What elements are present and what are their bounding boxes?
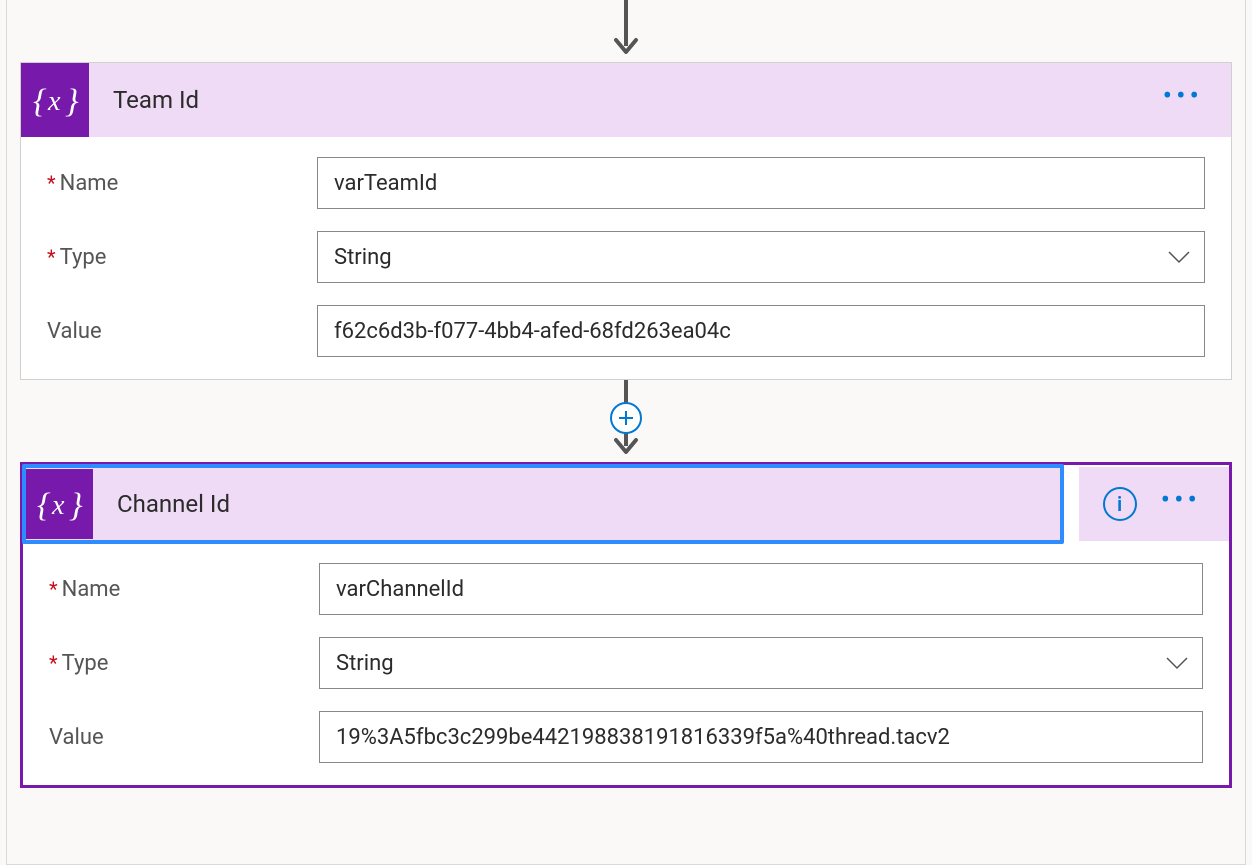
variable-icon: { x } <box>35 484 83 524</box>
card-body: * Name * Type String <box>21 137 1231 379</box>
info-icon[interactable]: i <box>1103 487 1137 521</box>
arrow-down-icon <box>612 0 640 62</box>
required-marker: * <box>49 651 58 675</box>
field-label-value: Value <box>49 725 319 750</box>
field-label-name: * Name <box>49 577 319 602</box>
connector-arrow-top <box>0 0 1252 62</box>
field-label-type: * Type <box>49 651 319 676</box>
svg-text:x: x <box>47 86 61 117</box>
svg-text:x: x <box>51 490 65 521</box>
card-title: Channel Id <box>93 490 1061 518</box>
field-label-value: Value <box>47 319 317 344</box>
more-icon[interactable]: ••• <box>1161 486 1201 522</box>
type-select[interactable]: String <box>317 231 1205 283</box>
name-input[interactable] <box>319 563 1203 615</box>
card-title: Team Id <box>89 86 1163 114</box>
svg-text:}: } <box>65 83 79 120</box>
required-marker: * <box>47 171 56 195</box>
variable-icon-tile: { x } <box>21 63 89 137</box>
add-step-button[interactable] <box>610 402 642 434</box>
connector-arrow-middle <box>0 380 1252 462</box>
card-header[interactable]: { x } Channel Id <box>25 467 1061 541</box>
card-header[interactable]: { x } Team Id ••• <box>21 63 1231 137</box>
value-input[interactable] <box>319 711 1203 763</box>
variable-icon: { x } <box>31 80 79 120</box>
card-body: * Name * Type String <box>23 543 1229 785</box>
required-marker: * <box>49 577 58 601</box>
header-right-actions: i ••• <box>1079 467 1229 541</box>
svg-text:{: { <box>37 487 51 524</box>
required-marker: * <box>47 245 56 269</box>
svg-text:}: } <box>69 487 83 524</box>
action-card-team-id: { x } Team Id ••• * Name <box>20 62 1232 380</box>
field-label-type: * Type <box>47 245 317 270</box>
action-card-channel-id: { x } Channel Id i ••• * Name <box>20 462 1232 788</box>
plus-icon <box>618 410 634 426</box>
type-select[interactable]: String <box>319 637 1203 689</box>
name-input[interactable] <box>317 157 1205 209</box>
svg-text:{: { <box>33 83 47 120</box>
more-icon[interactable]: ••• <box>1163 82 1203 118</box>
field-label-name: * Name <box>47 171 317 196</box>
value-input[interactable] <box>317 305 1205 357</box>
variable-icon-tile: { x } <box>25 469 93 539</box>
